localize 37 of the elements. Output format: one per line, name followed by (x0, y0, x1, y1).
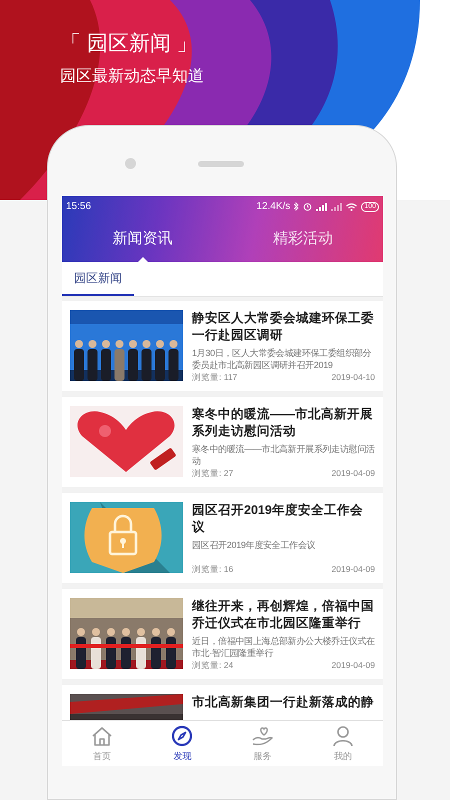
news-card[interactable]: 静安区人大常委会城建环保工委一行赴园区调研 1月30日，区人大常委会城建环保工委组织部分委员赴市北高新园区调研并召开2019 浏览量: 117 2019-04-10 (62, 301, 383, 391)
wifi-icon (346, 202, 358, 210)
signal-icon (331, 202, 342, 210)
signal-icon (316, 202, 328, 210)
article-date: 2019-04-09 (332, 563, 375, 576)
page-subtitle: 园区最新动态早知道 (60, 66, 205, 87)
camera-icon (125, 158, 136, 169)
article-summary: 近日，倍福中国上海总部新办公大楼乔迁仪式在市北·智汇园隆重举行 (192, 635, 375, 659)
alarm-icon (303, 202, 312, 211)
view-count: 浏览量: 16 (192, 563, 234, 576)
article-title: 继往开来，再创辉煌，倍福中国乔迁仪式在市北园区隆重举行 (192, 598, 375, 632)
article-summary: 寒冬中的暖流——市北高新开展系列走访慰问活动 (192, 443, 375, 467)
bluetooth-icon (294, 202, 300, 211)
article-title: 园区召开2019年度安全工作会议 (192, 502, 364, 536)
article-title: 市北高新集团一行赴新落成的静 (192, 694, 375, 711)
article-date: 2019-04-10 (332, 371, 375, 384)
article-date: 2019-04-09 (332, 659, 375, 672)
article-summary: 1月30日，区人大常委会城建环保工委组织部分委员赴市北高新园区调研并召开2019 (192, 347, 372, 371)
article-title: 寒冬中的暖流——市北高新开展系列走访慰问活动 (192, 406, 374, 440)
news-card[interactable]: 市北高新集团一行赴新落成的静 (62, 685, 383, 720)
network-speed: 12.4K/s (256, 200, 290, 214)
status-time: 15:56 (66, 200, 92, 214)
view-count: 浏览量: 27 (192, 467, 234, 480)
tab[interactable]: 精彩活动 (222, 217, 383, 262)
article-title: 静安区人大常委会城建环保工委一行赴园区调研 (192, 310, 375, 344)
nav-tab[interactable]: 发现 (142, 721, 222, 766)
view-count: 浏览量: 117 (192, 371, 238, 384)
news-card[interactable]: 寒冬中的暖流——市北高新开展系列走访慰问活动 寒冬中的暖流——市北高新开展系列走访慰问活动 浏览量: 27 2019-04-09 (62, 397, 383, 487)
person-icon (330, 724, 355, 748)
speaker-icon (198, 161, 244, 167)
view-count: 浏览量: 24 (192, 659, 234, 672)
article-summary: 园区召开2019年度安全工作会议 (192, 539, 316, 551)
article-date: 2019-04-09 (332, 467, 375, 480)
page-title: 「 园区新闻 」 (60, 31, 199, 57)
news-card[interactable]: 继往开来，再创辉煌，倍福中国乔迁仪式在市北园区隆重举行 近日，倍福中国上海总部新办公大楼乔迁仪式在市北·智汇园隆重举行 浏览量: 24 2019-04-09 (62, 589, 383, 679)
news-card[interactable]: 园区召开2019年度安全工作会议 园区召开2019年度安全工作会议 浏览量: 16 2019-04-09 (62, 493, 383, 583)
compass-icon (170, 724, 194, 748)
